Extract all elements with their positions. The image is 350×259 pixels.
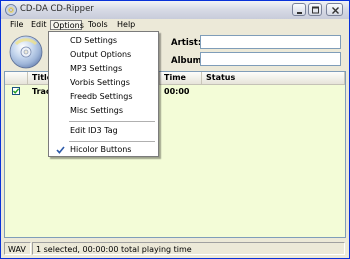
artist-label: Artist: bbox=[171, 38, 202, 48]
status-info: 1 selected, 00:00:00 total playing time bbox=[32, 242, 345, 255]
cd-logo-icon bbox=[9, 34, 45, 70]
menu-item-cd-settings[interactable]: CD Settings bbox=[49, 34, 158, 48]
track-checkbox[interactable] bbox=[12, 87, 20, 95]
window-title: CD-DA CD-Ripper bbox=[20, 4, 94, 14]
menu-file[interactable]: File bbox=[8, 20, 25, 30]
artist-input[interactable] bbox=[200, 35, 341, 49]
close-icon bbox=[332, 7, 339, 14]
column-header-time[interactable]: Time bbox=[160, 72, 202, 84]
app-window: CD-DA CD-Ripper File Edit Options Tools … bbox=[0, 0, 350, 259]
maximize-button[interactable] bbox=[308, 3, 322, 16]
menu-item-hicolor-buttons[interactable]: Hicolor Buttons bbox=[49, 143, 158, 157]
checkmark-icon bbox=[56, 146, 65, 154]
column-header-status[interactable]: Status bbox=[202, 72, 345, 84]
menu-item-vorbis-settings[interactable]: Vorbis Settings bbox=[49, 76, 158, 90]
menu-item-mp3-settings[interactable]: MP3 Settings bbox=[49, 62, 158, 76]
album-input[interactable] bbox=[200, 52, 341, 66]
status-format: WAV bbox=[4, 242, 31, 255]
options-dropdown-menu: CD Settings Output Options MP3 Settings … bbox=[48, 31, 159, 157]
menu-help[interactable]: Help bbox=[115, 20, 137, 30]
track-time: 00:00 bbox=[164, 87, 190, 96]
menu-item-edit-id3-tag[interactable]: Edit ID3 Tag bbox=[49, 124, 158, 138]
menu-item-output-options[interactable]: Output Options bbox=[49, 48, 158, 62]
menu-separator bbox=[69, 121, 155, 122]
title-bar[interactable]: CD-DA CD-Ripper bbox=[1, 1, 349, 20]
app-icon bbox=[5, 4, 17, 16]
minimize-button[interactable] bbox=[292, 3, 306, 16]
column-header-check[interactable] bbox=[5, 72, 28, 84]
menu-item-misc-settings[interactable]: Misc Settings bbox=[49, 104, 158, 118]
checkmark-icon bbox=[12, 88, 20, 94]
menu-tools[interactable]: Tools bbox=[86, 20, 110, 30]
menu-edit[interactable]: Edit bbox=[29, 20, 49, 30]
menu-separator bbox=[69, 141, 155, 142]
menu-bar: File Edit Options Tools Help bbox=[1, 19, 349, 31]
maximize-icon bbox=[312, 6, 319, 14]
status-bar: WAV 1 selected, 00:00:00 total playing t… bbox=[1, 240, 349, 258]
close-button[interactable] bbox=[326, 3, 343, 16]
menu-options[interactable]: Options bbox=[50, 20, 84, 30]
menu-item-freedb-settings[interactable]: Freedb Settings bbox=[49, 90, 158, 104]
minimize-icon bbox=[297, 12, 302, 14]
